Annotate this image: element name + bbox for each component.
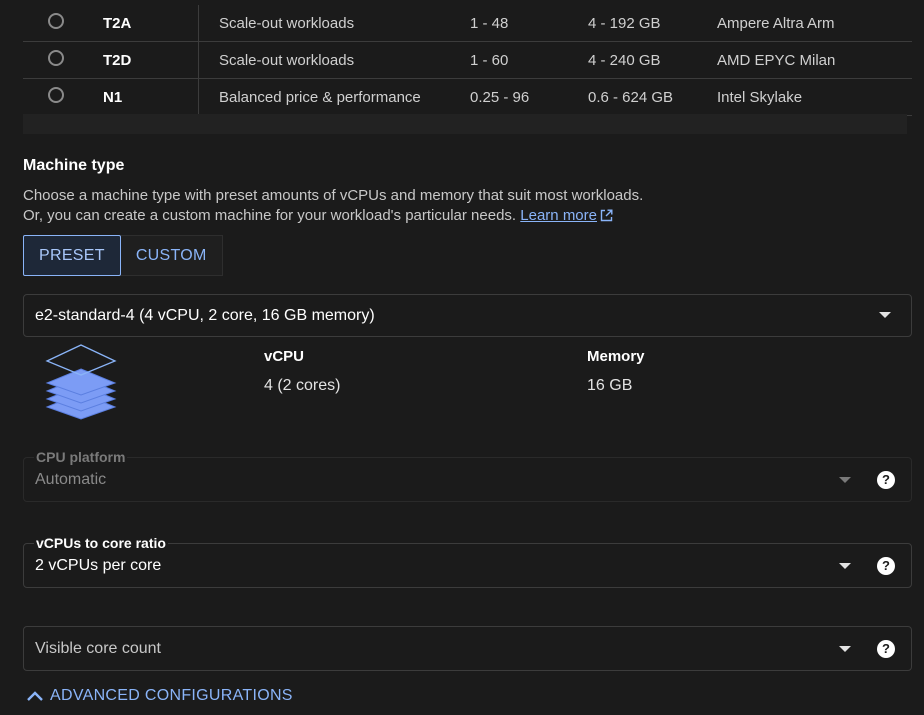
memory-label: Memory [587, 348, 645, 365]
cpu-platform-label: CPU platform [34, 449, 128, 465]
series-platform: AMD EPYC Milan [717, 52, 836, 69]
vcpu-value: 4 (2 cores) [264, 377, 341, 394]
series-name: T2D [103, 52, 132, 69]
chevron-up-icon [27, 691, 43, 701]
vcpu-core-ratio-label: vCPUs to core ratio [34, 535, 168, 551]
machine-stack-icon [45, 344, 117, 420]
series-name: N1 [103, 89, 123, 106]
advanced-configurations-label: ADVANCED CONFIGURATIONS [50, 687, 293, 704]
series-memory: 0.6 - 624 GB [588, 89, 674, 106]
horizontal-scrollbar[interactable] [23, 114, 907, 134]
cpu-platform-value: Automatic [35, 471, 107, 488]
advanced-configurations-toggle[interactable]: ADVANCED CONFIGURATIONS [26, 687, 293, 705]
machine-type-select[interactable]: e2-standard-4 (4 vCPU, 2 core, 16 GB mem… [23, 294, 912, 337]
column-divider [198, 5, 199, 41]
description-line: Choose a machine type with preset amount… [23, 187, 644, 204]
help-icon[interactable]: ? [877, 557, 895, 575]
table-row[interactable]: N1 Balanced price & performance 0.25 - 9… [23, 79, 912, 116]
section-description: Choose a machine type with preset amount… [23, 186, 643, 226]
vcpu-core-ratio-value: 2 vCPUs per core [35, 557, 162, 574]
table-row[interactable]: T2A Scale-out workloads 1 - 48 4 - 192 G… [23, 5, 912, 42]
series-memory: 4 - 192 GB [588, 15, 661, 32]
column-divider [198, 42, 199, 78]
preset-button[interactable]: PRESET [23, 235, 121, 276]
memory-value: 16 GB [587, 377, 633, 394]
help-icon[interactable]: ? [877, 471, 895, 489]
external-link-icon [600, 209, 613, 222]
machine-series-table: T2A Scale-out workloads 1 - 48 4 - 192 G… [23, 5, 912, 116]
description-text: Or, you can create a custom machine for … [23, 207, 517, 224]
series-platform: Intel Skylake [717, 89, 803, 106]
cpu-platform-select: CPU platform Automatic ? [23, 449, 912, 502]
series-description: Scale-out workloads [219, 52, 355, 69]
description-line: Or, you can create a custom machine for … [23, 206, 643, 226]
learn-more-label: Learn more [520, 207, 597, 224]
section-title: Machine type [23, 157, 125, 174]
series-memory: 4 - 240 GB [588, 52, 661, 69]
selected-machine-type: e2-standard-4 (4 vCPU, 2 core, 16 GB mem… [35, 307, 375, 324]
vcpu-core-ratio-select[interactable]: vCPUs to core ratio 2 vCPUs per core ? [23, 535, 912, 588]
series-vcpus: 1 - 60 [470, 52, 509, 69]
custom-button[interactable]: CUSTOM [120, 235, 223, 276]
vcpu-label: vCPU [264, 348, 305, 365]
visible-core-count-select[interactable]: Visible core count ? [23, 626, 912, 671]
dropdown-arrow-icon [879, 312, 891, 318]
series-description: Balanced price & performance [219, 89, 421, 106]
machine-configuration-panel: T2A Scale-out workloads 1 - 48 4 - 192 G… [0, 0, 924, 715]
machine-mode-toggle: PRESET CUSTOM [23, 235, 223, 276]
dropdown-arrow-icon [839, 563, 851, 569]
series-name: T2A [103, 15, 132, 32]
help-icon[interactable]: ? [877, 640, 895, 658]
table-row[interactable]: T2D Scale-out workloads 1 - 60 4 - 240 G… [23, 42, 912, 79]
radio-button[interactable] [48, 50, 64, 66]
dropdown-arrow-icon [839, 646, 851, 652]
learn-more-link[interactable]: Learn more [520, 207, 613, 224]
series-vcpus: 0.25 - 96 [470, 89, 530, 106]
series-vcpus: 1 - 48 [470, 15, 509, 32]
series-description: Scale-out workloads [219, 15, 355, 32]
radio-button[interactable] [48, 13, 64, 29]
series-platform: Ampere Altra Arm [717, 15, 835, 32]
radio-button[interactable] [48, 87, 64, 103]
visible-core-count-placeholder: Visible core count [35, 640, 161, 657]
column-divider [198, 79, 199, 115]
dropdown-arrow-icon [839, 477, 851, 483]
